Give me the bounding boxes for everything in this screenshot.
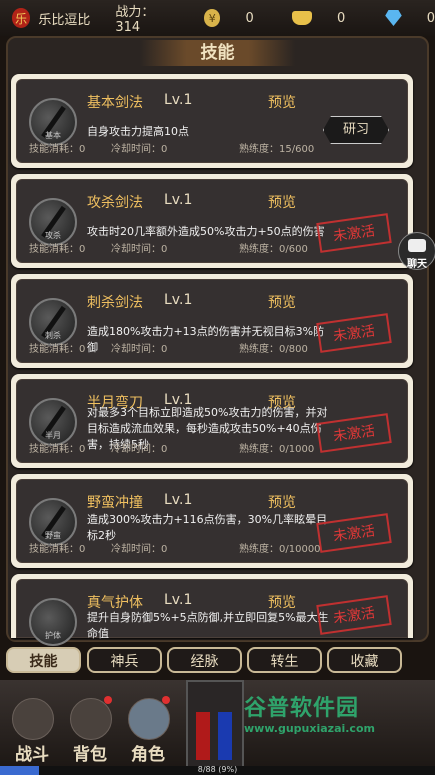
skill-card-body: 刺杀 刺杀剑法 Lv.1 预览 造成180%攻击力+13点的伤害并无视目标3%防… bbox=[16, 279, 408, 363]
skill-name: 基本剑法 bbox=[87, 95, 143, 111]
skill-card-body: 半月 半月弯刀 Lv.1 预览 对最多3个目标立即造成50%攻击力的伤害，并对目… bbox=[16, 379, 408, 463]
nav-character-label: 角色 bbox=[131, 745, 165, 765]
ingot-icon[interactable] bbox=[291, 11, 312, 25]
top-status-bar: 乐 乐比逗比 战力：314 ¥ 0 0 0 bbox=[0, 0, 435, 36]
skill-name: 刺杀剑法 bbox=[87, 295, 143, 311]
skill-tabs: 技能 神兵 经脉 转生 收藏 bbox=[0, 645, 435, 677]
page-title: 技能 bbox=[200, 43, 235, 63]
skill-preview-link[interactable]: 预览 bbox=[268, 92, 296, 112]
site-watermark: 谷普软件园 www.gupuxiazai.com bbox=[244, 690, 375, 735]
nav-backpack[interactable]: 背包 bbox=[66, 694, 114, 765]
skill-level: Lv.1 bbox=[164, 292, 193, 308]
guild-icon[interactable]: 乐 bbox=[12, 8, 31, 28]
coin-value: 0 bbox=[245, 10, 254, 26]
skill-name: 野蛮冲撞 bbox=[87, 495, 143, 511]
skill-preview-link[interactable]: 预览 bbox=[268, 192, 296, 212]
skill-card[interactable]: 护体 真气护体 Lv.1 预览 提升自身防御5%+5点防御,并立即回复5%最大生… bbox=[11, 574, 413, 646]
tab-meridian[interactable]: 经脉 bbox=[167, 647, 242, 673]
skill-card[interactable]: 攻杀 攻杀剑法 Lv.1 预览 攻击时20几率额外造成50%攻击力+50点的伤害… bbox=[11, 174, 413, 268]
skill-name: 真气护体 bbox=[87, 595, 143, 611]
mp-gauge bbox=[218, 712, 232, 760]
skill-card[interactable]: 野蛮 野蛮冲撞 Lv.1 预览 造成300%攻击力+116点伤害，30%几率眩晕… bbox=[11, 474, 413, 568]
chat-bubble-icon bbox=[408, 239, 426, 252]
coin-icon[interactable]: ¥ bbox=[203, 9, 221, 27]
combat-power: 战力：314 bbox=[115, 5, 155, 35]
skill-level: Lv.1 bbox=[164, 92, 193, 108]
watermark-url: www.gupuxiazai.com bbox=[244, 722, 375, 735]
nav-battle-label: 战斗 bbox=[15, 745, 49, 765]
notification-dot bbox=[104, 696, 112, 704]
skill-sword-icon: 半月 bbox=[29, 398, 77, 446]
skill-charge-icon: 野蛮 bbox=[29, 498, 77, 546]
skill-stats: 技能消耗：0 冷却时间：0 熟练度：0/1000 bbox=[29, 444, 315, 455]
skill-card[interactable]: 刺杀 刺杀剑法 Lv.1 预览 造成180%攻击力+13点的伤害并无视目标3%防… bbox=[11, 274, 413, 368]
experience-text: 8/88 (9%) bbox=[197, 765, 238, 774]
skill-card-body: 攻杀 攻杀剑法 Lv.1 预览 攻击时20几率额外造成50%攻击力+50点的伤害… bbox=[16, 179, 408, 263]
nav-backpack-label: 背包 bbox=[73, 745, 107, 765]
chat-button[interactable]: 聊天 bbox=[398, 232, 435, 270]
nav-character[interactable]: 角色 bbox=[124, 694, 172, 765]
skill-card-body: 基本 基本剑法 Lv.1 预览 自身攻击力提高10点 研习 技能消耗：0 冷却时… bbox=[16, 79, 408, 163]
tab-skills[interactable]: 技能 bbox=[6, 647, 81, 673]
skill-card-body: 护体 真气护体 Lv.1 预览 提升自身防御5%+5点防御,并立即回复5%最大生… bbox=[16, 579, 408, 646]
skill-description: 攻击时20几率额外造成50%攻击力+50点的伤害 bbox=[87, 225, 325, 238]
skill-stats: 技能消耗：0 冷却时间：0 熟练度：15/600 bbox=[29, 144, 315, 155]
skill-stats: 技能消耗：0 冷却时间：0 熟练度：0/800 bbox=[29, 344, 308, 355]
tab-rebirth[interactable]: 转生 bbox=[247, 647, 322, 673]
skill-card-body: 野蛮 野蛮冲撞 Lv.1 预览 造成300%攻击力+116点伤害，30%几率眩晕… bbox=[16, 479, 408, 563]
skill-preview-link[interactable]: 预览 bbox=[268, 592, 296, 612]
skill-card[interactable]: 半月 半月弯刀 Lv.1 预览 对最多3个目标立即造成50%攻击力的伤害，并对目… bbox=[11, 374, 413, 468]
crossed-swords-icon bbox=[12, 698, 54, 740]
nav-battle[interactable]: 战斗 bbox=[8, 694, 56, 765]
skill-description: 提升自身防御5%+5点防御,并立即回复5%最大生命值 bbox=[87, 611, 329, 640]
skill-shield-icon: 护体 bbox=[29, 598, 77, 646]
tab-collection[interactable]: 收藏 bbox=[327, 647, 402, 673]
experience-bar: 8/88 (9%) bbox=[0, 765, 435, 775]
skill-stats: 技能消耗：0 冷却时间：0 熟练度：0/600 bbox=[29, 244, 308, 255]
portal-gate-icon[interactable] bbox=[186, 680, 244, 774]
ingot-value: 0 bbox=[336, 10, 346, 26]
gem-icon[interactable] bbox=[385, 10, 402, 26]
player-name: 乐比逗比 bbox=[38, 12, 91, 28]
skill-level: Lv.1 bbox=[164, 192, 193, 208]
hp-gauge bbox=[196, 712, 210, 760]
skill-card[interactable]: 基本 基本剑法 Lv.1 预览 自身攻击力提高10点 研习 技能消耗：0 冷却时… bbox=[11, 74, 413, 168]
skill-sword-icon: 基本 bbox=[29, 98, 77, 146]
skill-stats: 技能消耗：0 冷却时间：0 熟练度：0/10000 bbox=[29, 544, 321, 555]
tab-divine-weapon[interactable]: 神兵 bbox=[87, 647, 162, 673]
crown-icon bbox=[128, 698, 170, 740]
backpack-icon bbox=[70, 698, 112, 740]
skill-sword-icon: 刺杀 bbox=[29, 298, 77, 346]
notification-dot bbox=[162, 696, 170, 704]
skill-level: Lv.1 bbox=[164, 592, 193, 608]
skill-preview-link[interactable]: 预览 bbox=[268, 492, 296, 512]
inactive-stamp: 未激活 bbox=[316, 595, 392, 635]
skill-description: 自身攻击力提高10点 bbox=[87, 125, 189, 138]
chat-label: 聊天 bbox=[407, 259, 427, 270]
skill-preview-link[interactable]: 预览 bbox=[268, 292, 296, 312]
gem-value: 0 bbox=[426, 10, 435, 26]
skill-name: 攻杀剑法 bbox=[87, 195, 143, 211]
skill-level: Lv.1 bbox=[164, 492, 193, 508]
skill-sword-icon: 攻杀 bbox=[29, 198, 77, 246]
watermark-brand: 谷普软件园 bbox=[244, 696, 360, 721]
